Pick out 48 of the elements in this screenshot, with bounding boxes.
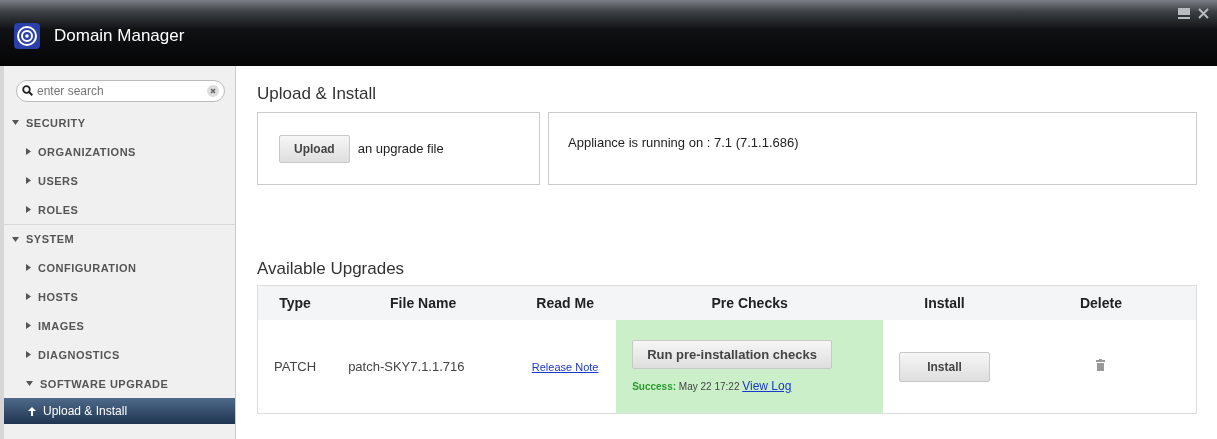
install-button[interactable]: Install <box>899 351 990 382</box>
sidebar-item[interactable]: ORGANIZATIONS <box>4 137 235 166</box>
collapsed-caret-icon <box>26 177 31 184</box>
target-logo-icon <box>14 23 40 49</box>
collapsed-caret-icon <box>26 148 31 155</box>
table-cell: PATCH <box>257 320 333 414</box>
expanded-caret-icon <box>26 381 33 386</box>
collapsed-caret-icon <box>26 322 31 329</box>
clear-icon[interactable] <box>207 85 219 97</box>
column-header: Pre Checks <box>616 285 884 320</box>
column-header: Install <box>883 285 1006 320</box>
sidebar-item[interactable]: ROLES <box>4 195 235 224</box>
precheck-status: Success: May 22 17:22 View Log <box>632 379 793 393</box>
expanded-caret-icon <box>12 120 19 125</box>
section-heading: Upload & Install <box>257 84 378 104</box>
column-header: Type <box>257 285 333 320</box>
sidebar-item[interactable]: USERS <box>4 166 235 195</box>
column-header: Delete <box>1005 285 1197 320</box>
sidebar-item[interactable]: IMAGES <box>4 311 235 340</box>
search-icon <box>22 85 33 96</box>
section-heading: Available Upgrades <box>257 259 406 279</box>
window-title: Domain Manager <box>54 26 185 46</box>
close-icon[interactable] <box>1198 8 1209 19</box>
sidebar-item[interactable]: SYSTEM <box>4 224 235 253</box>
view-log-link[interactable]: View Log <box>742 379 792 393</box>
trash-icon[interactable] <box>1096 359 1106 371</box>
collapsed-caret-icon <box>26 351 31 358</box>
column-header: Read Me <box>514 285 617 320</box>
collapsed-caret-icon <box>26 206 31 213</box>
sidebar-item[interactable]: DIAGNOSTICS <box>4 340 235 369</box>
collapsed-caret-icon <box>26 264 31 271</box>
minimize-icon[interactable] <box>1178 8 1190 19</box>
expanded-caret-icon <box>12 236 19 242</box>
sidebar-item[interactable]: CONFIGURATION <box>4 253 235 282</box>
table-cell: patch-SKY7.1.1.716 <box>332 320 515 414</box>
release-note-link[interactable]: Release Note <box>531 361 599 373</box>
upload-caption: an upgrade file <box>357 141 444 156</box>
sidebar-item[interactable]: Upload & Install <box>4 398 235 424</box>
sidebar-item[interactable]: HOSTS <box>4 282 235 311</box>
precheck-button[interactable]: Run pre-installation checks <box>632 340 832 369</box>
sidebar-item[interactable]: SOFTWARE UPGRADE <box>4 369 235 398</box>
collapsed-caret-icon <box>26 293 31 300</box>
upload-button[interactable]: Upload <box>279 134 350 163</box>
sidebar-item[interactable]: SECURITY <box>4 108 235 137</box>
column-header: File Name <box>332 285 515 320</box>
version-text: Appliance is running on : 7.1 (7.1.1.686) <box>568 135 799 150</box>
search-field[interactable]: enter search <box>16 80 225 102</box>
up-arrow-icon <box>28 406 36 416</box>
